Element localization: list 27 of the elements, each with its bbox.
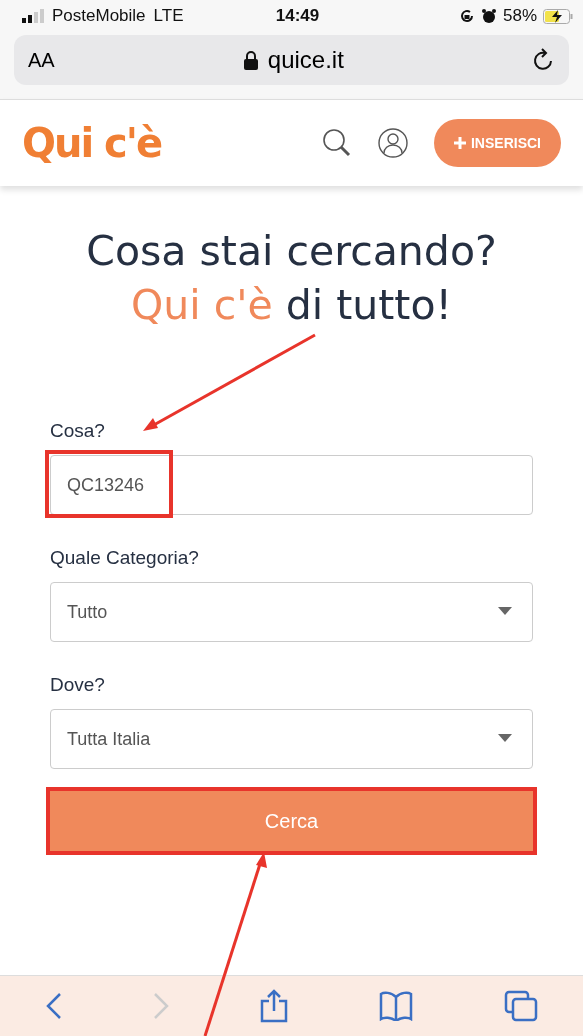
battery-percent: 58% — [503, 6, 537, 26]
plus-icon — [454, 137, 466, 149]
field-label: Quale Categoria? — [50, 547, 200, 569]
select-field[interactable]: Tutta Italia — [50, 709, 533, 769]
network-type: LTE — [153, 6, 184, 26]
url-text: quice.it — [267, 46, 344, 74]
signal-icon — [22, 9, 44, 23]
search-icon[interactable] — [322, 128, 352, 158]
back-icon[interactable] — [45, 992, 62, 1020]
dropdown-caret-icon — [498, 607, 512, 615]
reload-icon[interactable] — [533, 48, 555, 72]
select-field[interactable]: Tutto — [50, 582, 533, 642]
field-label: Cosa? — [50, 420, 106, 442]
alarm-icon — [481, 8, 497, 24]
rotation-lock-icon — [459, 8, 475, 24]
address-bar[interactable]: AA quice.it — [14, 35, 569, 85]
field-label: Dove? — [50, 674, 106, 696]
text-size-button[interactable]: AA — [28, 48, 55, 72]
user-icon[interactable] — [378, 128, 408, 158]
search-field[interactable]: QC13246 — [50, 455, 533, 515]
book-icon[interactable] — [378, 991, 413, 1021]
clock: 14:49 — [274, 6, 321, 26]
headline: Cosa stai cercando? Qui c'è di tutto! — [85, 226, 498, 331]
carrier-name: PosteMobile — [52, 6, 146, 26]
share-icon[interactable] — [259, 989, 288, 1023]
dropdown-caret-icon — [498, 734, 512, 742]
tabs-icon[interactable] — [503, 990, 538, 1022]
